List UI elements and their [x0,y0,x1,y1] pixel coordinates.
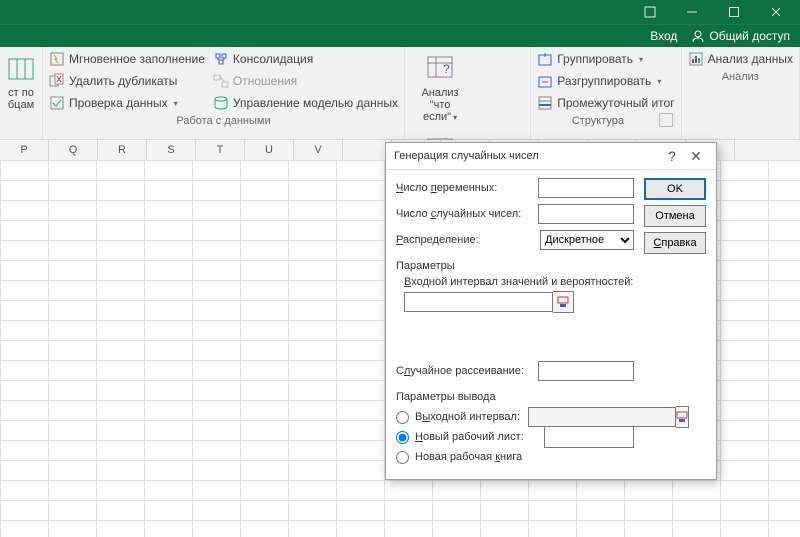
ribbon: ст побцам Мгновенное заполнение Удалить … [0,47,800,140]
help-button[interactable]: Справка [644,232,706,254]
column-header[interactable]: S [147,140,196,160]
group-label-data: Работа с данными [49,113,398,129]
new-book-radio[interactable] [396,451,409,464]
flash-fill-icon [49,51,65,67]
num-vars-input[interactable] [538,178,634,198]
person-icon [691,29,705,43]
whatif-button[interactable]: ?Анализ "чтоесли"▾ [411,49,469,123]
group-icon [537,51,553,67]
maximize-icon[interactable] [716,0,752,24]
consolidate-icon [213,51,229,67]
new-sheet-radio[interactable] [396,431,409,444]
remove-duplicates-button[interactable]: Удалить дубликаты [49,71,205,91]
manage-data-model-button[interactable]: Управление моделью данных [213,93,398,113]
minimize-icon[interactable] [674,0,710,24]
range-picker-icon[interactable] [553,291,574,313]
signin-link[interactable]: Вход [650,29,677,43]
ungroup-icon [537,73,553,89]
dist-select[interactable]: Дискретное [540,230,634,250]
subtotal-button[interactable]: Промежуточный итог [537,93,674,113]
num-rand-label: Число случайных чисел: [396,208,532,220]
column-header[interactable]: Q [49,140,98,160]
column-header[interactable]: U [245,140,294,160]
share-bar: Вход Общий доступ [0,24,800,47]
data-model-icon [213,95,229,111]
chevron-down-icon: ▾ [174,99,178,108]
input-range-input[interactable] [404,292,553,312]
num-vars-label: Число переменных: [396,182,532,194]
dialog-title: Генерация случайных чисел [394,150,660,162]
flash-fill-button[interactable]: Мгновенное заполнение [49,49,205,69]
num-rand-input[interactable] [538,204,634,224]
group-button[interactable]: Группировать▾ [537,49,674,69]
relationships-icon [213,73,229,89]
new-sheet-input[interactable] [544,426,634,448]
window-titlebar [0,0,800,24]
data-validation-icon [49,95,65,111]
whatif-icon: ? [424,53,456,85]
svg-text:?: ? [443,62,450,76]
data-validation-button[interactable]: Проверка данных▾ [49,93,205,113]
params-header: Параметры [396,260,634,272]
seed-input[interactable] [538,361,634,381]
column-header[interactable]: R [98,140,147,160]
seed-label: Случайное рассеивание: [396,365,532,377]
dialog-launcher-icon[interactable] [659,113,673,127]
group-label-outline: Структура [537,113,658,129]
share-button[interactable]: Общий доступ [691,29,790,43]
new-sheet-label: Новый рабочий лист: [415,431,538,443]
subtotal-icon [537,95,553,111]
random-number-dialog: Генерация случайных чисел ? ✕ Число пере… [385,142,717,480]
column-header[interactable]: P [0,140,49,160]
remove-duplicates-icon [49,73,65,89]
data-analysis-icon [688,51,704,67]
text-to-columns-button[interactable]: ст побцам [6,49,36,111]
ungroup-button[interactable]: Разгруппировать▾ [537,71,674,91]
input-range-label: Входной интервал значений и вероятностей… [404,276,634,288]
output-range-label: Выходной интервал: [415,411,522,423]
dialog-help-icon[interactable]: ? [660,148,684,164]
column-header[interactable]: V [294,140,343,160]
dist-label: Распределение: [396,234,534,246]
group-label-analysis: Анализ [688,69,793,85]
dialog-close-icon[interactable]: ✕ [684,148,708,165]
relationships-button[interactable]: Отношения [213,71,398,91]
data-analysis-button[interactable]: Анализ данных [688,49,793,69]
ribbon-options-icon[interactable] [632,0,668,24]
ok-button[interactable]: OK [644,178,706,200]
close-icon[interactable] [758,0,794,24]
new-book-label: Новая рабочая книга [415,451,522,463]
column-header[interactable]: T [196,140,245,160]
output-range-radio[interactable] [396,411,409,424]
output-params-header: Параметры вывода [396,391,634,403]
consolidate-button[interactable]: Консолидация [213,49,398,69]
cancel-button[interactable]: Отмена [644,205,706,227]
